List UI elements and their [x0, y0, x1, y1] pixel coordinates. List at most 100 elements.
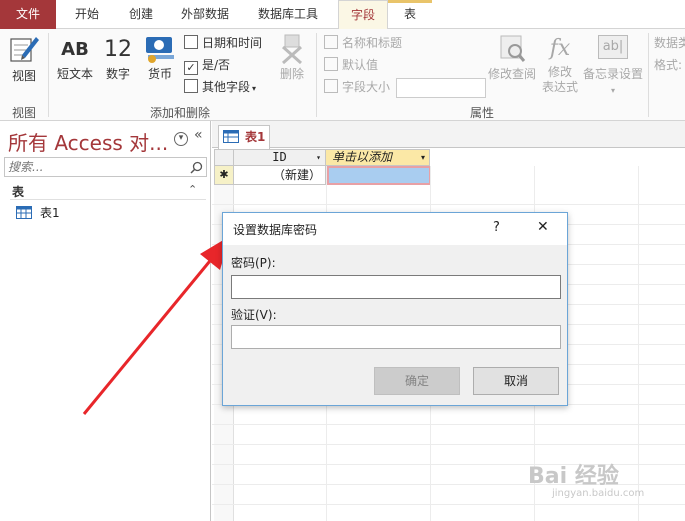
yesno-label: 是/否	[202, 58, 231, 72]
chevron-down-icon: ▾	[252, 84, 257, 93]
nav-item-label: 表1	[40, 206, 60, 220]
nav-search-input[interactable]	[5, 158, 185, 176]
nav-divider	[10, 199, 206, 200]
short-text-label: 短文本	[56, 67, 93, 81]
watermark-logo: Bai 经验	[528, 464, 619, 489]
grid-line	[212, 204, 685, 205]
currency-label: 货币	[147, 67, 172, 81]
view-button[interactable]: 视图	[4, 33, 44, 84]
yesno-button[interactable]: ✓ 是/否	[184, 55, 230, 75]
column-header-id[interactable]: ID ▾	[234, 149, 326, 166]
more-fields-button[interactable]: 其他字段 ▾	[184, 77, 256, 97]
password-field[interactable]	[231, 275, 561, 299]
default-value-label: 默认值	[342, 58, 379, 72]
name-caption-label: 名称和标题	[342, 36, 403, 50]
ribbon-separator	[48, 33, 49, 117]
default-value-button[interactable]: 默认值	[324, 55, 378, 75]
select-all-corner[interactable]	[214, 149, 234, 166]
tab-table[interactable]: 表	[392, 0, 428, 29]
datetime-label: 日期和时间	[202, 36, 263, 50]
dialog-titlebar[interactable]: 设置数据库密码 ? ✕	[223, 213, 567, 245]
tab-create[interactable]: 创建	[118, 0, 164, 29]
chevron-down-icon[interactable]: ▾	[421, 150, 425, 165]
delete-icon	[282, 34, 302, 65]
view-group-label: 视图	[12, 106, 37, 120]
memo-settings-label: 备忘录设置	[582, 67, 643, 81]
modify-lookups-button[interactable]: 修改查阅	[486, 33, 538, 82]
data-type-label: 数据类	[654, 36, 685, 50]
document-tab-table1[interactable]: 表1	[218, 125, 270, 149]
table-icon	[16, 206, 32, 219]
datetime-button[interactable]: 日期和时间	[184, 33, 262, 53]
tab-external-data[interactable]: 外部数据	[170, 0, 240, 29]
cancel-button[interactable]: 取消	[473, 367, 559, 395]
collapse-pane-icon[interactable]: «	[194, 127, 203, 143]
calendar-icon	[184, 35, 198, 49]
field-size-label-row: 字段大小	[324, 77, 390, 97]
chevron-up-icon[interactable]: ⌃	[188, 183, 197, 196]
watermark-url: jingyan.baidu.com	[552, 488, 645, 499]
currency-button[interactable]: 货币	[140, 33, 180, 82]
fx-icon: fx	[549, 36, 571, 61]
grid-line	[212, 504, 685, 505]
short-text-button[interactable]: AB 短文本	[54, 35, 96, 82]
grid-line	[212, 444, 685, 445]
nav-item-table1[interactable]: 表1	[16, 203, 60, 223]
new-row-add-cell[interactable]	[327, 166, 431, 185]
chevron-down-icon[interactable]: ▾	[174, 132, 188, 146]
memo-icon: ab|	[598, 35, 628, 59]
view-button-label: 视图	[11, 69, 36, 83]
delete-button[interactable]: 删除	[274, 33, 310, 82]
number-icon: 12	[104, 37, 132, 62]
more-fields-icon	[184, 79, 198, 93]
password-label: 密码(P):	[231, 256, 276, 270]
name-caption-icon	[324, 35, 338, 49]
new-row-selector[interactable]: ✱	[214, 166, 234, 185]
tab-database-tools[interactable]: 数据库工具	[248, 0, 328, 29]
tab-home[interactable]: 开始	[64, 0, 110, 29]
memo-settings-button[interactable]: ab| 备忘录设置 ▾	[580, 33, 646, 96]
ribbon-separator	[316, 33, 317, 117]
tab-file[interactable]: 文件	[0, 0, 56, 29]
modify-lookups-label: 修改查阅	[487, 67, 536, 81]
chevron-down-icon: ▾	[610, 86, 615, 95]
chevron-down-icon[interactable]: ▾	[316, 150, 321, 165]
column-header-click-to-add[interactable]: 单击以添加 ▾	[326, 149, 430, 166]
navigation-pane: 所有 Access 对... ▾ « 表 ⌃ 表1	[0, 121, 211, 521]
grid-line	[212, 424, 685, 425]
close-icon[interactable]: ✕	[537, 219, 549, 235]
verify-label: 验证(V):	[231, 308, 277, 322]
ribbon: 视图 视图 AB 短文本 12 数字 货币 日期和时间 ✓是/否 其他字段▾	[0, 29, 685, 121]
new-row-id-cell[interactable]: （新建）	[234, 166, 326, 185]
document-tab-label: 表1	[245, 130, 266, 144]
properties-group-label: 属性	[470, 106, 495, 120]
verify-field[interactable]	[231, 325, 561, 349]
more-fields-label: 其他字段	[202, 80, 251, 94]
nav-pane-title[interactable]: 所有 Access 对...	[8, 127, 168, 156]
ribbon-tab-bar: 文件 开始 创建 外部数据 数据库工具 字段 表	[0, 0, 685, 30]
document-tab-strip	[212, 121, 685, 148]
dialog-title: 设置数据库密码	[233, 223, 318, 237]
name-caption-button[interactable]: 名称和标题	[324, 33, 402, 53]
ok-button[interactable]: 确定	[374, 367, 460, 395]
add-delete-group-label: 添加和删除	[150, 106, 211, 120]
tab-fields[interactable]: 字段	[338, 0, 388, 30]
set-password-dialog: 设置数据库密码 ? ✕ 密码(P): 验证(V): 确定 取消	[222, 212, 568, 406]
ab-icon: AB	[61, 39, 89, 60]
delete-label: 删除	[279, 67, 304, 81]
search-icon[interactable]	[190, 161, 203, 174]
number-button[interactable]: 12 数字	[98, 35, 138, 82]
checkbox-icon: ✓	[184, 61, 198, 75]
default-value-icon	[324, 57, 338, 71]
click-to-add-label: 单击以添加	[332, 150, 393, 164]
ribbon-separator	[648, 33, 649, 117]
field-size-input[interactable]	[396, 78, 486, 98]
nav-search-box	[4, 157, 207, 177]
modify-expression-label: 修改 表达式	[541, 65, 578, 94]
help-button[interactable]: ?	[493, 220, 500, 235]
modify-expression-button[interactable]: fx 修改 表达式	[540, 33, 580, 95]
lookup-icon	[500, 35, 526, 62]
view-icon	[10, 37, 39, 62]
field-size-icon	[324, 79, 338, 93]
nav-section-header[interactable]: 表	[12, 183, 24, 200]
